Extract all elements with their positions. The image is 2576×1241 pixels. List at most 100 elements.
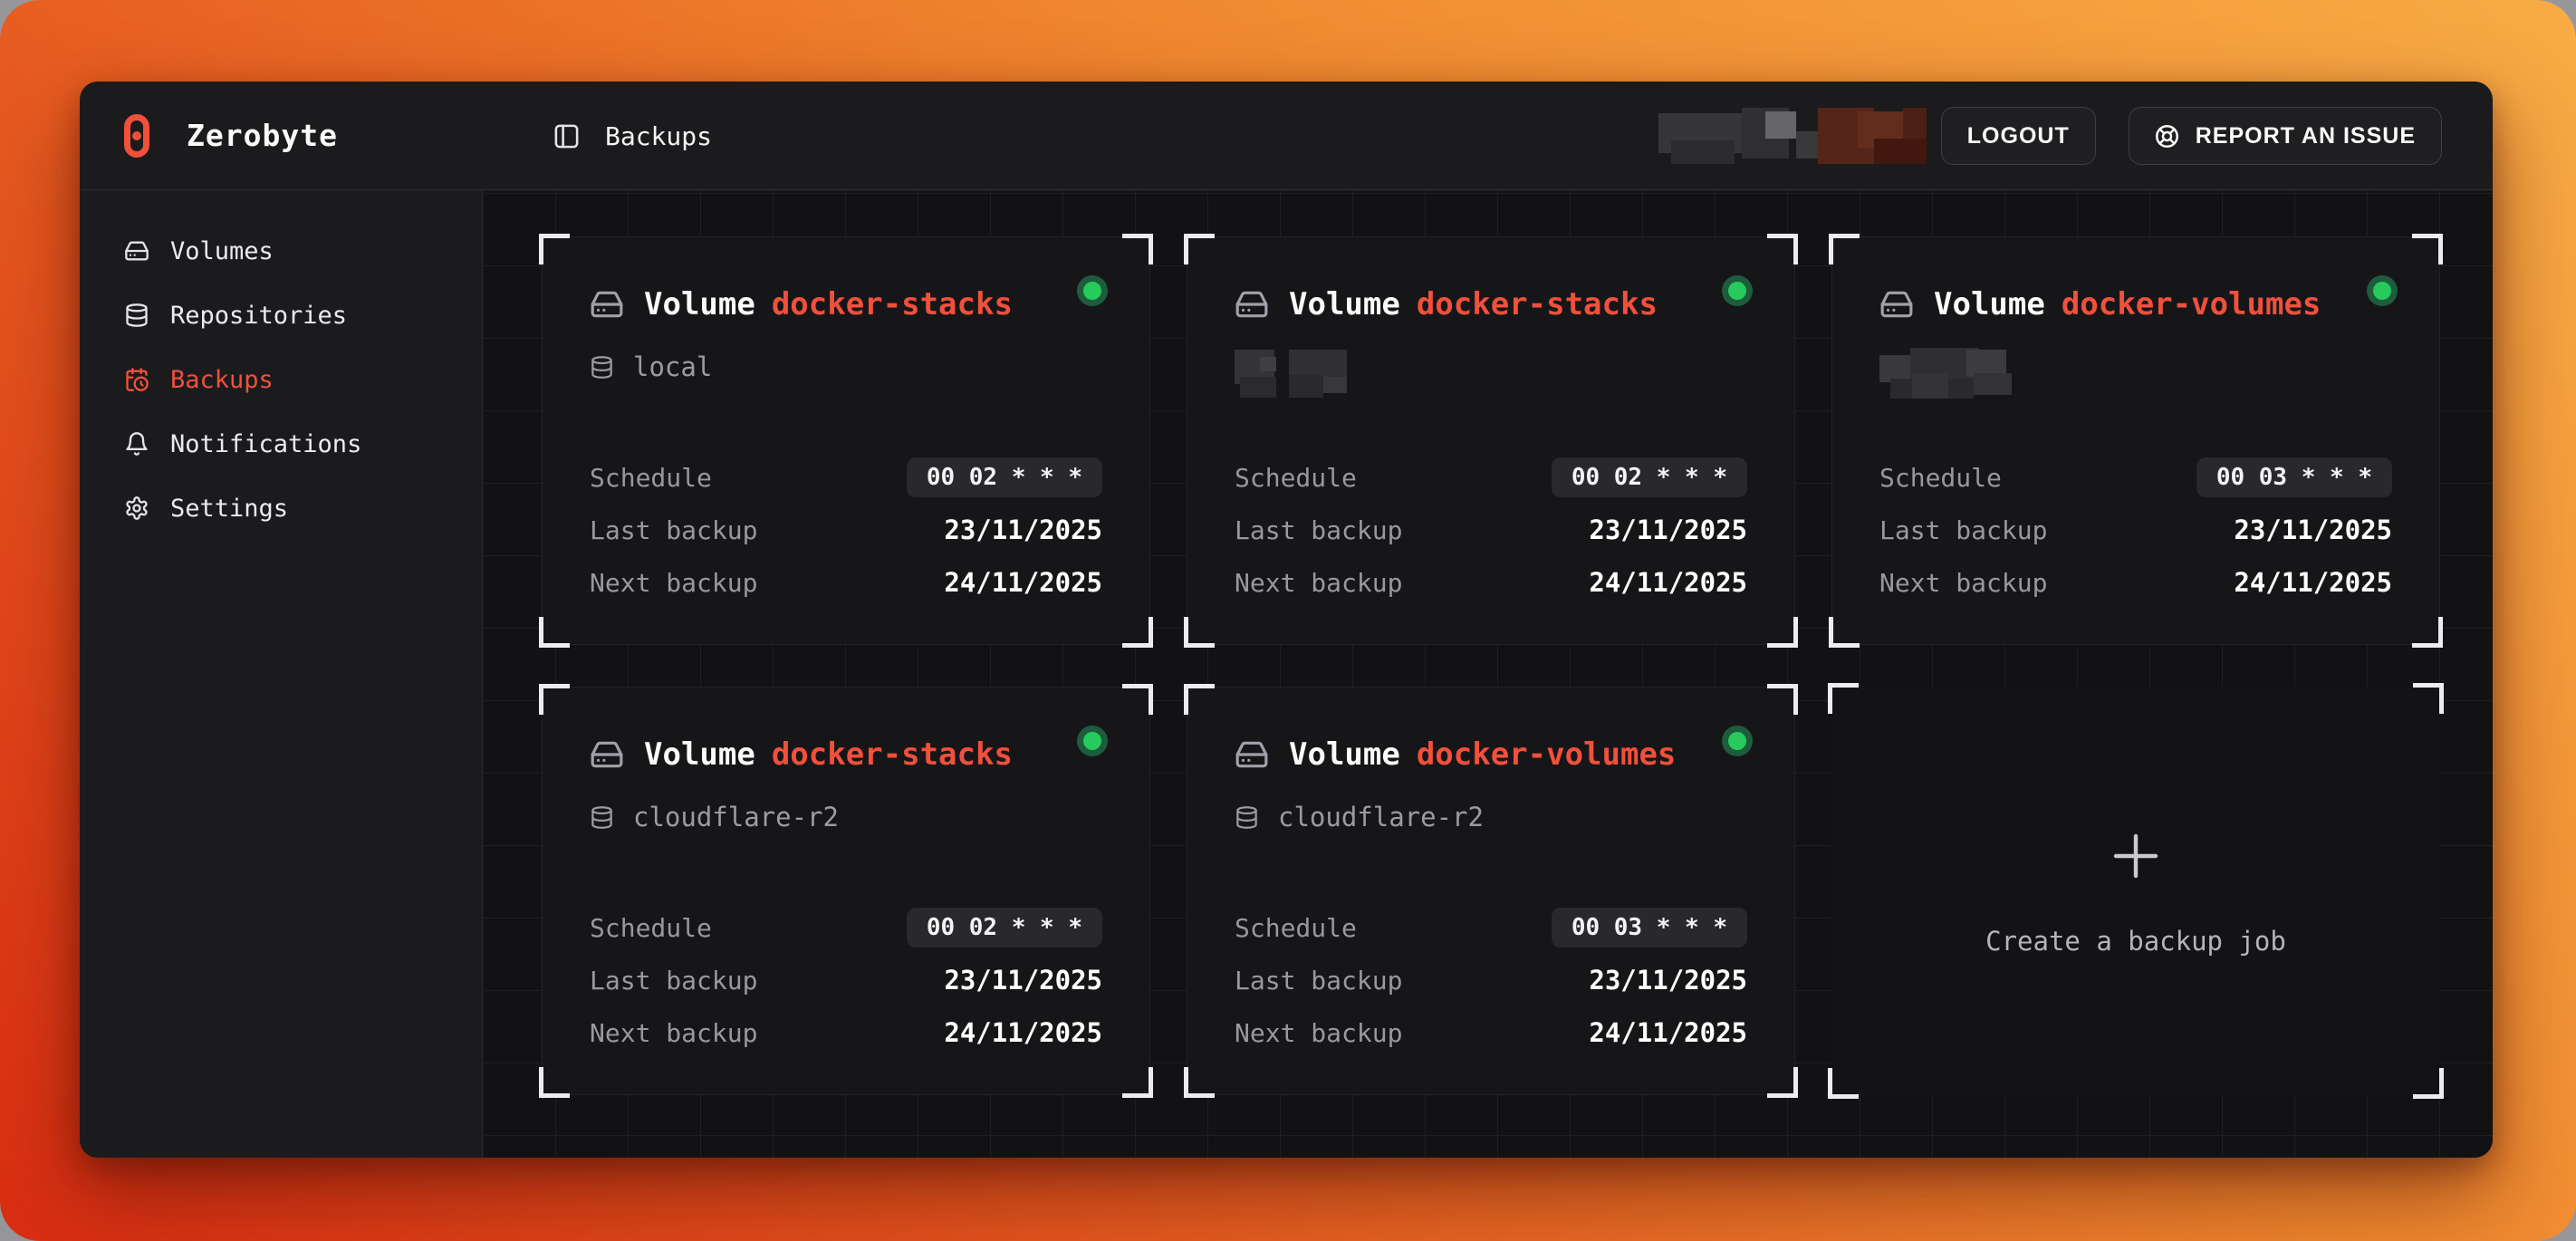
schedule-value: 00 02 * * * bbox=[1552, 457, 1747, 497]
database-icon bbox=[590, 355, 614, 380]
hard-drive-icon bbox=[1235, 737, 1269, 772]
repository-row: cloudflare-r2 bbox=[590, 802, 1102, 832]
status-dot-active bbox=[1722, 726, 1753, 756]
schedule-label: Schedule bbox=[590, 913, 712, 943]
schedule-label: Schedule bbox=[1235, 463, 1357, 493]
corner-bracket bbox=[539, 1067, 570, 1098]
corner-bracket bbox=[1184, 684, 1215, 715]
sidebar-item-volumes[interactable]: Volumes bbox=[80, 226, 482, 276]
card-title: Volume docker-stacks bbox=[590, 286, 1102, 322]
next-backup-label: Next backup bbox=[1235, 568, 1402, 598]
database-icon bbox=[124, 303, 149, 328]
redacted-repository bbox=[1235, 350, 1347, 398]
last-backup-label: Last backup bbox=[1879, 515, 2047, 545]
backup-job-card[interactable]: Volume docker-volumes cloudflare-r2 Sche… bbox=[1187, 687, 1795, 1095]
card-title: Volume docker-volumes bbox=[1235, 736, 1747, 773]
card-title: Volume docker-stacks bbox=[590, 736, 1102, 773]
sidebar-item-label: Volumes bbox=[170, 237, 274, 265]
status-dot-active bbox=[1077, 726, 1108, 756]
status-dot-active bbox=[2367, 275, 2398, 306]
header: Zerobyte Backups LOGOUT bbox=[80, 82, 2493, 190]
next-backup-label: Next backup bbox=[590, 1018, 757, 1048]
zerobyte-logo-icon bbox=[124, 114, 149, 158]
last-backup-value: 23/11/2025 bbox=[1589, 965, 1747, 996]
corner-bracket bbox=[2412, 234, 2443, 265]
card-details: Schedule00 02 * * * Last backup23/11/202… bbox=[590, 457, 1102, 602]
corner-bracket bbox=[1184, 617, 1215, 648]
sidebar-item-notifications[interactable]: Notifications bbox=[80, 418, 482, 469]
schedule-label: Schedule bbox=[1879, 463, 2002, 493]
brand-name: Zerobyte bbox=[187, 118, 338, 153]
sidebar-item-repositories[interactable]: Repositories bbox=[80, 290, 482, 341]
backup-job-card[interactable]: Volume docker-stacks cloudflare-r2 Sched… bbox=[542, 687, 1150, 1095]
sidebar-item-settings[interactable]: Settings bbox=[80, 483, 482, 534]
corner-bracket bbox=[1184, 234, 1215, 265]
plus-icon bbox=[2106, 826, 2166, 886]
header-actions: LOGOUT REPORT AN ISSUE bbox=[1658, 82, 2442, 190]
volume-name: docker-volumes bbox=[2062, 286, 2321, 322]
repository-row: local bbox=[590, 351, 1102, 382]
panel-left-icon[interactable] bbox=[553, 122, 581, 150]
card-details: Schedule00 02 * * * Last backup23/11/202… bbox=[590, 908, 1102, 1053]
corner-bracket bbox=[539, 684, 570, 715]
repository-name: cloudflare-r2 bbox=[1278, 802, 1484, 832]
sidebar-item-backups[interactable]: Backups bbox=[80, 354, 482, 405]
report-issue-label: REPORT AN ISSUE bbox=[2196, 123, 2416, 149]
app-window: Zerobyte Backups LOGOUT bbox=[80, 82, 2493, 1158]
report-issue-button[interactable]: REPORT AN ISSUE bbox=[2129, 107, 2442, 165]
volume-name: docker-volumes bbox=[1417, 736, 1677, 773]
hard-drive-icon bbox=[1879, 287, 1914, 322]
card-details: Schedule00 03 * * * Last backup23/11/202… bbox=[1879, 457, 2392, 602]
backup-job-card[interactable]: Volume docker-stacks local Schedule 00 02… bbox=[542, 236, 1150, 645]
corner-bracket bbox=[2413, 683, 2444, 714]
card-title: Volume docker-volumes bbox=[1879, 286, 2392, 322]
last-backup-label: Last backup bbox=[590, 515, 757, 545]
hard-drive-icon bbox=[1235, 287, 1269, 322]
backup-jobs-grid: Volume docker-stacks local Schedule 00 02… bbox=[542, 236, 2440, 1095]
volume-prefix: Volume bbox=[644, 286, 755, 322]
schedule-label: Schedule bbox=[590, 463, 712, 493]
logout-button[interactable]: LOGOUT bbox=[1941, 107, 2096, 165]
corner-bracket bbox=[2412, 617, 2443, 648]
next-backup-value: 24/11/2025 bbox=[944, 1017, 1102, 1048]
schedule-value: 00 02 * * * bbox=[907, 457, 1102, 497]
volume-name: docker-stacks bbox=[772, 286, 1013, 322]
hard-drive-icon bbox=[590, 287, 624, 322]
main-content: Volume docker-stacks local Schedule 00 02… bbox=[484, 191, 2493, 1158]
next-backup-label: Next backup bbox=[1879, 568, 2047, 598]
next-backup-value: 24/11/2025 bbox=[1589, 1017, 1747, 1048]
sidebar-item-label: Notifications bbox=[170, 430, 361, 458]
schedule-value: 00 03 * * * bbox=[1552, 908, 1747, 948]
corner-bracket bbox=[1828, 683, 1859, 714]
create-backup-job-label: Create a backup job bbox=[1985, 926, 2286, 957]
backup-job-card[interactable]: Volume docker-stacks Schedule 00 02 * * *… bbox=[1187, 236, 1795, 645]
volume-prefix: Volume bbox=[1934, 286, 2045, 322]
corner-bracket bbox=[1122, 684, 1153, 715]
repository-name: local bbox=[633, 351, 712, 382]
backup-job-card[interactable]: Volume docker-volumes Schedule00 03 * * … bbox=[1831, 236, 2440, 645]
create-backup-job-card[interactable]: Create a backup job bbox=[1831, 687, 2440, 1095]
hard-drive-icon bbox=[124, 238, 149, 264]
schedule-value: 00 02 * * * bbox=[907, 908, 1102, 948]
schedule-label: Schedule bbox=[1235, 913, 1357, 943]
card-title: Volume docker-stacks bbox=[1235, 286, 1747, 322]
last-backup-label: Last backup bbox=[1235, 515, 1402, 545]
last-backup-label: Last backup bbox=[1235, 966, 1402, 996]
bell-icon bbox=[124, 431, 149, 457]
brand: Zerobyte bbox=[124, 114, 338, 158]
database-icon bbox=[1235, 805, 1259, 830]
calendar-clock-icon bbox=[124, 367, 149, 392]
volume-name: docker-stacks bbox=[772, 736, 1013, 773]
volume-prefix: Volume bbox=[1289, 286, 1400, 322]
corner-bracket bbox=[1122, 617, 1153, 648]
corner-bracket bbox=[1122, 1067, 1153, 1098]
corner-bracket bbox=[1829, 617, 1860, 648]
last-backup-value: 23/11/2025 bbox=[2234, 515, 2392, 545]
corner-bracket bbox=[539, 617, 570, 648]
last-backup-value: 23/11/2025 bbox=[944, 965, 1102, 996]
sidebar: Volumes Repositories Backups Notificatio… bbox=[80, 191, 483, 1158]
corner-bracket bbox=[2413, 1068, 2444, 1099]
sidebar-item-label: Backups bbox=[170, 366, 274, 394]
breadcrumb: Backups bbox=[553, 82, 712, 190]
page-title: Backups bbox=[605, 121, 712, 151]
